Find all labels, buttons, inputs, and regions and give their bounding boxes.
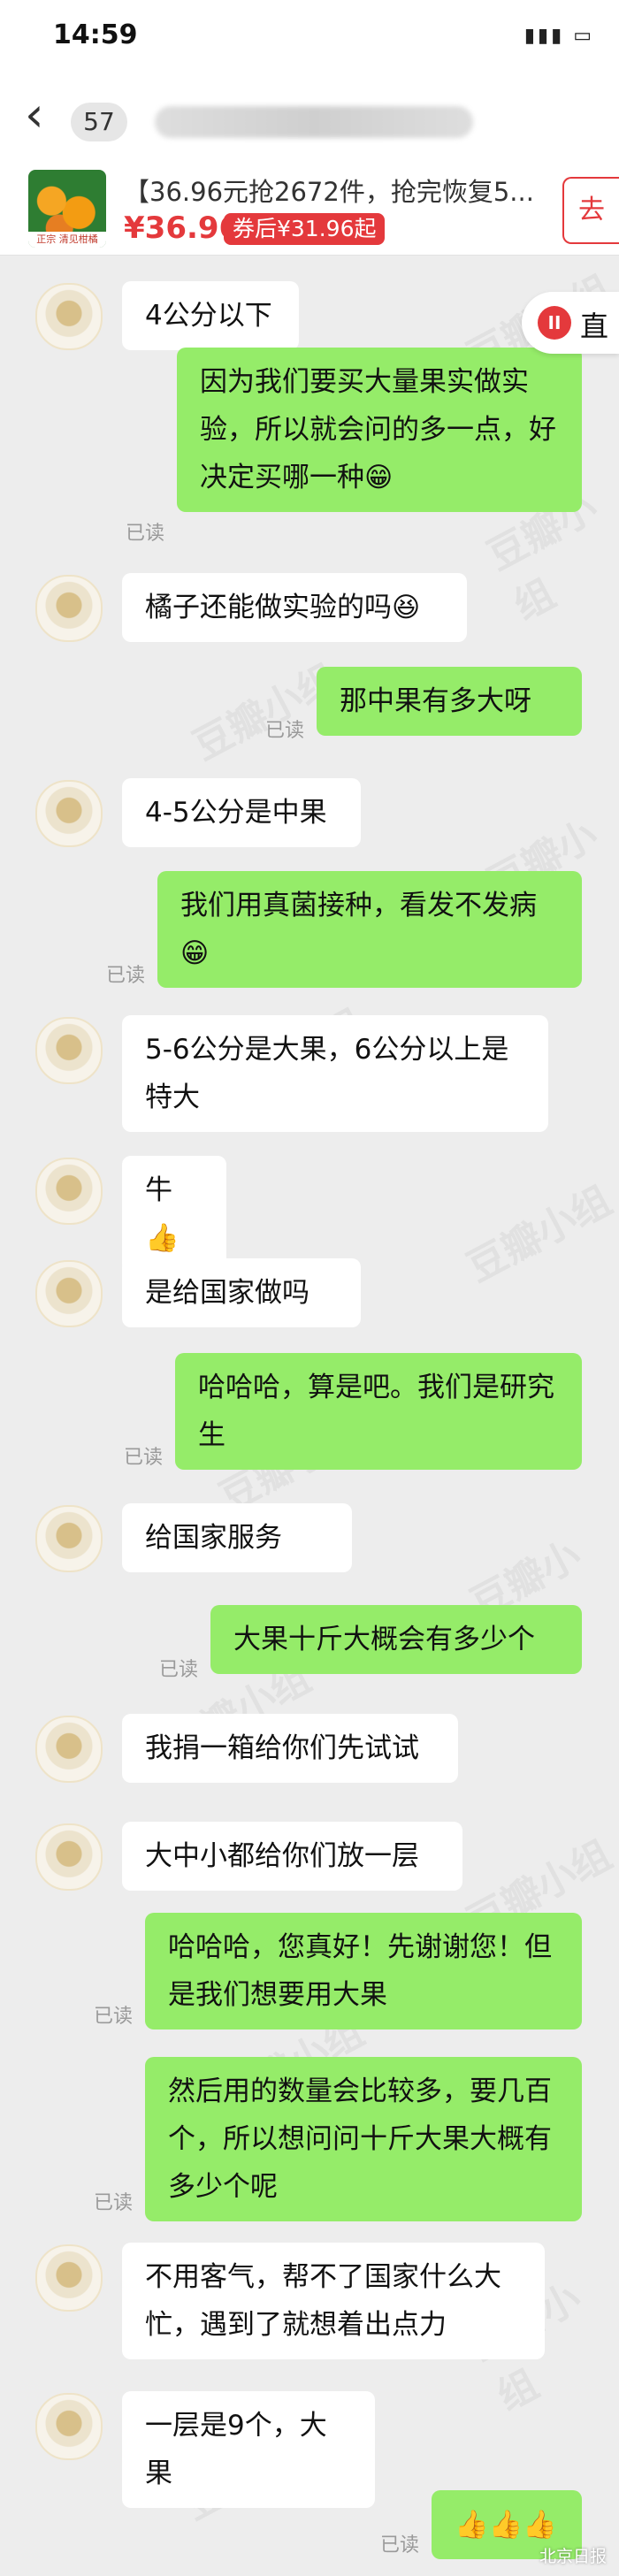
status-bar: 14:59 ▮▮▮ ▭	[0, 0, 619, 76]
go-buy-button[interactable]: 去	[562, 177, 619, 244]
my-message-bubble[interactable]: 大果十斤大概会有多少个	[210, 1605, 582, 1674]
product-card[interactable]: 正宗 清见柑橘 【36.96元抢2672件，抢完恢复5... ¥36.96 券后…	[0, 163, 619, 256]
seller-avatar[interactable]	[35, 1716, 103, 1783]
my-message-bubble[interactable]: 因为我们要买大量果实做实验，所以就会问的多一点，好决定买哪一种😁	[177, 348, 582, 512]
live-label: 直	[580, 310, 609, 343]
seller-avatar[interactable]	[35, 1158, 103, 1225]
seller-message-bubble[interactable]: 一层是9个，大果	[122, 2391, 375, 2508]
read-receipt: 已读	[93, 2006, 133, 2028]
contact-name-blurred	[155, 106, 473, 138]
seller-avatar[interactable]	[35, 780, 103, 847]
read-receipt: 已读	[105, 965, 145, 987]
my-message-bubble[interactable]: 然后用的数量会比较多，要几百个，所以想问问十斤大果大概有多少个呢	[145, 2057, 582, 2221]
seller-avatar[interactable]	[35, 1505, 103, 1572]
my-message-bubble[interactable]: 我们用真菌接种，看发不发病😁	[157, 871, 582, 988]
live-icon: II	[538, 306, 571, 340]
seller-avatar[interactable]	[35, 1823, 103, 1891]
read-receipt: 已读	[93, 2192, 133, 2214]
coupon-badge: 券后¥31.96起	[224, 213, 386, 245]
seller-message-bubble[interactable]: 4公分以下	[122, 281, 299, 350]
product-price: ¥36.96	[124, 210, 241, 246]
back-arrow-icon[interactable]: ‹	[25, 88, 44, 141]
seller-message-bubble[interactable]: 我捐一箱给你们先试试	[122, 1714, 458, 1783]
thumbnail-tag: 正宗 清见柑橘	[28, 232, 106, 248]
source-watermark: 北京日报	[539, 2547, 607, 2566]
unread-count-badge[interactable]: 57	[71, 103, 127, 141]
product-thumbnail[interactable]: 正宗 清见柑橘	[28, 170, 106, 248]
chat-header: ‹ 57	[0, 76, 619, 163]
read-receipt: 已读	[158, 1659, 198, 1681]
read-receipt: 已读	[264, 720, 304, 742]
seller-avatar[interactable]	[35, 575, 103, 642]
seller-message-bubble[interactable]: 是给国家做吗	[122, 1258, 361, 1327]
watermark-text: 豆瓣小组	[460, 1178, 619, 1291]
seller-message-bubble[interactable]: 橘子还能做实验的吗😆	[122, 573, 467, 642]
read-receipt: 已读	[123, 1447, 163, 1469]
signal-battery-icon: ▮▮▮ ▭	[523, 25, 594, 47]
seller-message-bubble[interactable]: 牛👍	[122, 1156, 226, 1273]
seller-message-bubble[interactable]: 4-5公分是中果	[122, 778, 361, 847]
my-message-bubble[interactable]: 那中果有多大呀	[317, 667, 582, 736]
read-receipt: 已读	[125, 523, 164, 545]
seller-message-bubble[interactable]: 大中小都给你们放一层	[122, 1822, 462, 1891]
seller-avatar[interactable]	[35, 1260, 103, 1327]
live-button[interactable]: II 直	[522, 292, 619, 354]
seller-avatar[interactable]	[35, 2393, 103, 2460]
seller-avatar[interactable]	[35, 283, 103, 350]
seller-message-bubble[interactable]: 5-6公分是大果，6公分以上是特大	[122, 1015, 548, 1132]
seller-message-bubble[interactable]: 不用客气，帮不了国家什么大忙，遇到了就想着出点力	[122, 2243, 545, 2359]
read-receipt: 已读	[379, 2534, 419, 2557]
my-message-bubble[interactable]: 哈哈哈，您真好！先谢谢您！但是我们想要用大果	[145, 1913, 582, 2029]
seller-avatar[interactable]	[35, 2244, 103, 2312]
seller-avatar[interactable]	[35, 1017, 103, 1084]
product-title[interactable]: 【36.96元抢2672件，抢完恢复5...	[124, 172, 534, 209]
status-time: 14:59	[53, 19, 138, 50]
my-message-bubble[interactable]: 哈哈哈，算是吧。我们是研究生	[175, 1353, 582, 1470]
seller-message-bubble[interactable]: 给国家服务	[122, 1503, 352, 1572]
